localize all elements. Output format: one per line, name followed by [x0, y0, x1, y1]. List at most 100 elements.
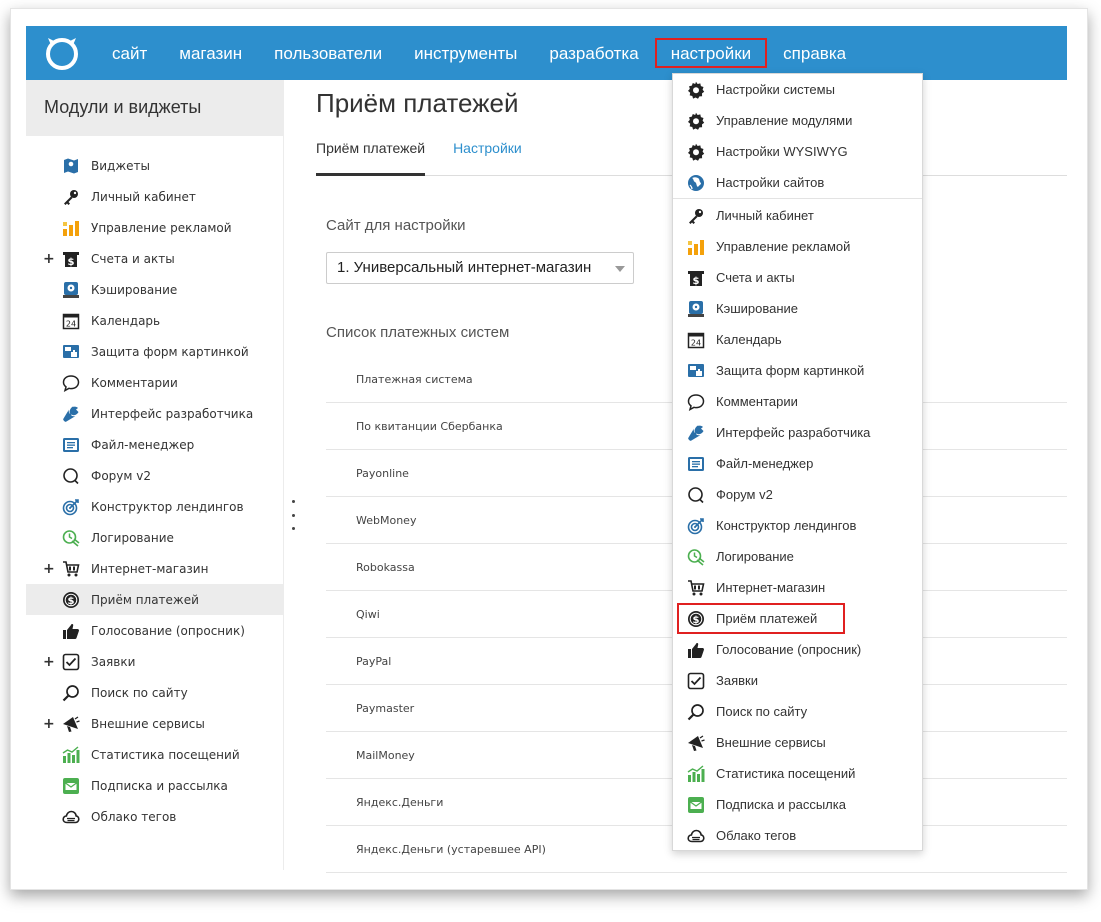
sidebar-item-label: Статистика посещений [91, 747, 240, 762]
sidebar-item-label: Подписка и рассылка [91, 778, 228, 793]
dollar-coin-icon: $ [687, 610, 705, 628]
site-select[interactable]: 1. Универсальный интернет-магазин [326, 252, 634, 284]
dropdown-item-label: Подписка и рассылка [716, 797, 846, 812]
dropdown-item[interactable]: Кэширование [673, 293, 922, 324]
dropdown-item-label: Настройки WYSIWYG [716, 144, 848, 159]
dropdown-item[interactable]: $ Приём платежей [677, 603, 845, 634]
sidebar-item[interactable]: $ Приём платежей [26, 584, 283, 615]
sidebar-item[interactable]: Комментарии [26, 367, 283, 398]
tab-settings[interactable]: Настройки [453, 138, 522, 176]
sidebar-item-label: Форум v2 [91, 468, 151, 483]
svg-text:24: 24 [66, 319, 76, 328]
cache-icon [687, 300, 705, 318]
expand-plus-icon[interactable]: + [43, 716, 55, 732]
invoice-icon: $ [687, 269, 705, 287]
top-nav-item[interactable]: сайт [96, 38, 163, 68]
top-nav-item[interactable]: инструменты [398, 38, 533, 68]
ad-chart-icon [687, 238, 705, 256]
map-icon [62, 157, 80, 175]
sidebar-item[interactable]: 24 Календарь [26, 305, 283, 336]
dropdown-item[interactable]: Управление рекламой [673, 231, 922, 262]
sidebar-item-label: Интерфейс разработчика [91, 406, 254, 421]
dropdown-item[interactable]: Статистика посещений [673, 758, 922, 789]
megaphone-icon [62, 715, 80, 733]
dropdown-item[interactable]: Управление модулями [673, 105, 922, 136]
sidebar-item[interactable]: Файл-менеджер [26, 429, 283, 460]
dropdown-item[interactable]: Голосование (опросник) [673, 634, 922, 665]
dropdown-item[interactable]: Подписка и рассылка [673, 789, 922, 820]
dropdown-item-label: Настройки системы [716, 82, 835, 97]
sidebar-item[interactable]: Форум v2 [26, 460, 283, 491]
dropdown-item[interactable]: Внешние сервисы [673, 727, 922, 758]
svg-text:$: $ [693, 614, 700, 625]
top-nav-item[interactable]: справка [767, 38, 862, 68]
globe-icon [687, 174, 705, 192]
file-manager-icon [62, 436, 80, 454]
cloud-icon [62, 808, 80, 826]
site-select-label: Сайт для настройки [326, 217, 466, 234]
sidebar-item[interactable]: Конструктор лендингов [26, 491, 283, 522]
dropdown-item[interactable]: Личный кабинет [673, 200, 922, 231]
sidebar-resize-handle[interactable] [290, 500, 296, 530]
dropdown-item[interactable]: Комментарии [673, 386, 922, 417]
top-nav-item[interactable]: пользователи [258, 38, 398, 68]
sidebar-item[interactable]: Кэширование [26, 274, 283, 305]
sidebar-item-label: Защита форм картинкой [91, 344, 249, 359]
sidebar-item[interactable]: Статистика посещений [26, 739, 283, 770]
dropdown-item[interactable]: Настройки WYSIWYG [673, 136, 922, 167]
dropdown-item[interactable]: Конструктор лендингов [673, 510, 922, 541]
svg-text:$: $ [693, 276, 700, 287]
cart-icon [62, 560, 80, 578]
cache-icon [62, 281, 80, 299]
sidebar-item[interactable]: Личный кабинет [26, 181, 283, 212]
dropdown-item-label: Внешние сервисы [716, 735, 826, 750]
expand-plus-icon[interactable]: + [43, 654, 55, 670]
sidebar-item[interactable]: Защита форм картинкой [26, 336, 283, 367]
comment-icon [687, 393, 705, 411]
sidebar-item[interactable]: Интерфейс разработчика [26, 398, 283, 429]
dropdown-item[interactable]: Поиск по сайту [673, 696, 922, 727]
comment-icon [62, 374, 80, 392]
sidebar-item[interactable]: + Интернет-магазин [26, 553, 283, 584]
sidebar-item[interactable]: + Заявки [26, 646, 283, 677]
log-icon [687, 548, 705, 566]
captcha-icon [62, 343, 80, 361]
tab-payments[interactable]: Приём платежей [316, 138, 426, 176]
dropdown-item[interactable]: Форум v2 [673, 479, 922, 510]
sidebar-item-label: Файл-менеджер [91, 437, 195, 452]
top-nav-item[interactable]: настройки [654, 38, 768, 68]
dropdown-item[interactable]: Файл-менеджер [673, 448, 922, 479]
sidebar-item[interactable]: Управление рекламой [26, 212, 283, 243]
dropdown-item[interactable]: $ Счета и акты [673, 262, 922, 293]
expand-plus-icon[interactable]: + [43, 251, 55, 267]
svg-text:$: $ [68, 257, 75, 268]
sidebar-item[interactable]: + Внешние сервисы [26, 708, 283, 739]
dropdown-item[interactable]: Логирование [673, 541, 922, 572]
dropdown-item[interactable]: Интерфейс разработчика [673, 417, 922, 448]
sidebar-item[interactable]: Облако тегов [26, 801, 283, 832]
top-nav-item[interactable]: разработка [533, 38, 654, 68]
calendar-icon: 24 [687, 331, 705, 349]
dropdown-item[interactable]: Настройки системы [673, 74, 922, 105]
dropdown-item[interactable]: Облако тегов [673, 820, 922, 851]
sidebar-item[interactable]: Подписка и рассылка [26, 770, 283, 801]
sidebar-item[interactable]: Поиск по сайту [26, 677, 283, 708]
sidebar-item[interactable]: Виджеты [26, 150, 283, 181]
dollar-coin-icon: $ [62, 591, 80, 609]
dropdown-item-label: Календарь [716, 332, 782, 347]
captcha-icon [687, 362, 705, 380]
sidebar-item[interactable]: Логирование [26, 522, 283, 553]
expand-plus-icon[interactable]: + [43, 561, 55, 577]
sidebar-item[interactable]: + $ Счета и акты [26, 243, 283, 274]
top-nav-item[interactable]: магазин [163, 38, 258, 68]
sidebar-item[interactable]: Голосование (опросник) [26, 615, 283, 646]
dropdown-item[interactable]: Защита форм картинкой [673, 355, 922, 386]
dropdown-item-label: Логирование [716, 549, 794, 564]
logo-icon[interactable] [44, 35, 80, 71]
file-manager-icon [687, 455, 705, 473]
dropdown-item[interactable]: Заявки [673, 665, 922, 696]
dropdown-item[interactable]: Настройки сайтов [673, 167, 922, 198]
checkbox-icon [62, 653, 80, 671]
dropdown-item[interactable]: 24 Календарь [673, 324, 922, 355]
dropdown-item[interactable]: Интернет-магазин [673, 572, 922, 603]
